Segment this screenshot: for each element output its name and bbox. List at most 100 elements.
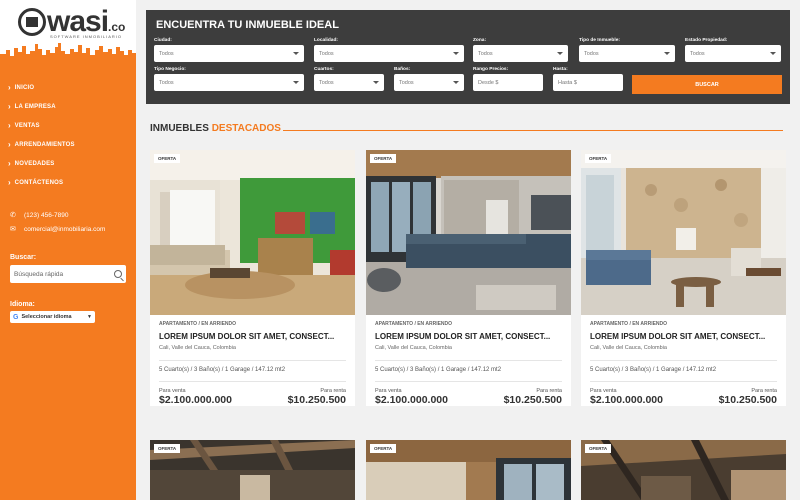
dropdown-arrow-icon: [557, 52, 563, 55]
property-title[interactable]: LOREM IPSUM DOLOR SIT AMET, CONSECT...: [159, 332, 346, 341]
property-photo[interactable]: OFERTA: [581, 150, 786, 315]
dropdown-arrow-icon: [664, 52, 670, 55]
envelope-icon: ✉: [10, 226, 16, 233]
nav-item-inicio[interactable]: › INICIO: [0, 78, 136, 97]
property-features: 5 Cuarto(s) / 3 Baño(s) / 1 Garage / 147…: [375, 367, 502, 373]
email-row[interactable]: ✉ comercial@inmobiliaria.com: [10, 222, 136, 236]
rent-price-block: Para renta $10.250.500: [719, 388, 777, 406]
search-panel-title: ENCUENTRA TU INMUEBLE IDEAL: [156, 19, 339, 31]
divider: [375, 381, 562, 382]
logo-area: wasi .co SOFTWARE INMOBILIARIO: [0, 0, 136, 62]
property-title[interactable]: LOREM IPSUM DOLOR SIT AMET, CONSECT...: [590, 332, 777, 341]
divider: [159, 381, 346, 382]
logo-house-icon: [18, 8, 46, 36]
nav-item-label: LA EMPRESA: [14, 103, 56, 110]
property-card[interactable]: OFERTA: [150, 440, 355, 500]
property-location: Cali, Valle del Cauca, Colombia: [375, 345, 452, 351]
nav-item-ventas[interactable]: › VENTAS: [0, 116, 136, 135]
property-status-select[interactable]: Todos: [685, 45, 781, 62]
property-card[interactable]: OFERTA: [581, 440, 786, 500]
property-location: Cali, Valle del Cauca, Colombia: [159, 345, 236, 351]
dropdown-arrow-icon: ▼: [87, 314, 92, 320]
locality-select[interactable]: Todos: [314, 45, 464, 62]
dropdown-arrow-icon: [770, 52, 776, 55]
select-value: Todos: [159, 50, 174, 57]
city-skyline-graphic: [0, 43, 136, 62]
field-label: Localidad:: [314, 38, 338, 43]
chevron-right-icon: ›: [8, 140, 11, 149]
property-title[interactable]: LOREM IPSUM DOLOR SIT AMET, CONSECT...: [375, 332, 562, 341]
locality-field: Localidad: Todos: [314, 38, 464, 62]
property-photo[interactable]: OFERTA: [150, 150, 355, 315]
property-type-select[interactable]: Todos: [579, 45, 675, 62]
sale-price: $2.100.000.000: [375, 394, 448, 406]
bathrooms-select[interactable]: Todos: [394, 74, 464, 91]
property-card[interactable]: OFERTA APARTAMENTO / EN ARRIENDO LOREM I…: [150, 150, 355, 406]
select-value: Todos: [159, 79, 174, 86]
featured-accent: DESTACADOS: [211, 123, 281, 134]
business-type-select[interactable]: Todos: [154, 74, 304, 91]
property-status-field: Estado Propiedad: Todos: [685, 38, 781, 62]
price-to-input[interactable]: Hasta $: [553, 74, 623, 91]
search-button[interactable]: BUSCAR: [632, 75, 782, 94]
offer-badge: OFERTA: [370, 154, 397, 163]
main-nav: › INICIO › LA EMPRESA › VENTAS › ARRENDAMIEN…: [0, 78, 136, 192]
chevron-right-icon: ›: [8, 159, 11, 168]
rooms-select[interactable]: Todos: [314, 74, 384, 91]
city-select[interactable]: Todos: [154, 45, 304, 62]
card-body: APARTAMENTO / EN ARRIENDO LOREM IPSUM DO…: [150, 315, 355, 406]
price-to-field: Hasta: Hasta $: [553, 67, 623, 91]
logo[interactable]: wasi .co: [18, 7, 126, 37]
nav-item-arrendamientos[interactable]: › ARRENDAMIENTOS: [0, 135, 136, 154]
chevron-right-icon: ›: [8, 178, 11, 187]
property-card[interactable]: OFERTA APARTAMENTO / EN ARRIENDO LOREM I…: [366, 150, 571, 406]
quick-search-input[interactable]: Búsqueda rápida: [10, 265, 126, 283]
nav-item-contactenos[interactable]: › CONTÁCTENOS: [0, 173, 136, 192]
sale-price-block: Para venta $2.100.000.000: [590, 388, 663, 406]
logo-suffix: .co: [108, 20, 126, 34]
search-icon[interactable]: [114, 270, 122, 278]
divider: [159, 360, 346, 361]
offer-badge: OFERTA: [154, 154, 181, 163]
nav-item-la-empresa[interactable]: › LA EMPRESA: [0, 97, 136, 116]
property-photo[interactable]: OFERTA: [366, 150, 571, 315]
property-card[interactable]: OFERTA: [366, 440, 571, 500]
price-from-input[interactable]: Desde $: [473, 74, 543, 91]
city-field: Ciudad: Todos: [154, 38, 304, 62]
rent-price-block: Para renta $10.250.500: [288, 388, 346, 406]
divider: [590, 381, 777, 382]
dropdown-arrow-icon: [293, 52, 299, 55]
divider: [375, 360, 562, 361]
property-card[interactable]: OFERTA APARTAMENTO / EN ARRIENDO LOREM I…: [581, 150, 786, 406]
property-features: 5 Cuarto(s) / 3 Baño(s) / 1 Garage / 147…: [159, 367, 286, 373]
featured-heading: INMUEBLES DESTACADOS: [150, 123, 281, 134]
property-photo[interactable]: OFERTA: [366, 440, 571, 500]
featured-title: INMUEBLES: [150, 123, 209, 134]
search-panel: ENCUENTRA TU INMUEBLE IDEAL Ciudad: Todo…: [146, 10, 790, 104]
field-label: Hasta:: [553, 67, 568, 72]
property-photo[interactable]: OFERTA: [150, 440, 355, 500]
card-body: APARTAMENTO / EN ARRIENDO LOREM IPSUM DO…: [366, 315, 571, 406]
nav-item-label: NOVEDADES: [14, 160, 55, 167]
phone-row[interactable]: ✆ (123) 456-7890: [10, 208, 136, 222]
rent-price: $10.250.500: [718, 394, 777, 406]
field-label: Rango Precios:: [473, 67, 509, 72]
sidebar: wasi .co SOFTWARE INMOBILIARIO › INICIO ›…: [0, 0, 136, 500]
offer-badge: OFERTA: [370, 444, 397, 453]
offer-badge: OFERTA: [154, 444, 181, 453]
select-value: Todos: [690, 50, 705, 57]
nav-item-label: INICIO: [14, 84, 35, 91]
select-value: Todos: [478, 50, 493, 57]
property-photo[interactable]: OFERTA: [581, 440, 786, 500]
nav-item-label: ARRENDAMIENTOS: [14, 141, 75, 148]
language-select[interactable]: G Seleccionar idioma ▼: [10, 311, 95, 323]
zone-field: Zona: Todos: [473, 38, 568, 62]
price-from-field: Rango Precios: Desde $: [473, 67, 543, 91]
nav-item-novedades[interactable]: › NOVEDADES: [0, 154, 136, 173]
logo-tagline: SOFTWARE INMOBILIARIO: [50, 34, 122, 39]
property-type: APARTAMENTO / EN ARRIENDO: [159, 321, 237, 327]
language-select-value: Seleccionar idioma: [21, 314, 72, 320]
chevron-right-icon: ›: [8, 102, 11, 111]
zone-select[interactable]: Todos: [473, 45, 568, 62]
sale-price: $2.100.000.000: [590, 394, 663, 406]
